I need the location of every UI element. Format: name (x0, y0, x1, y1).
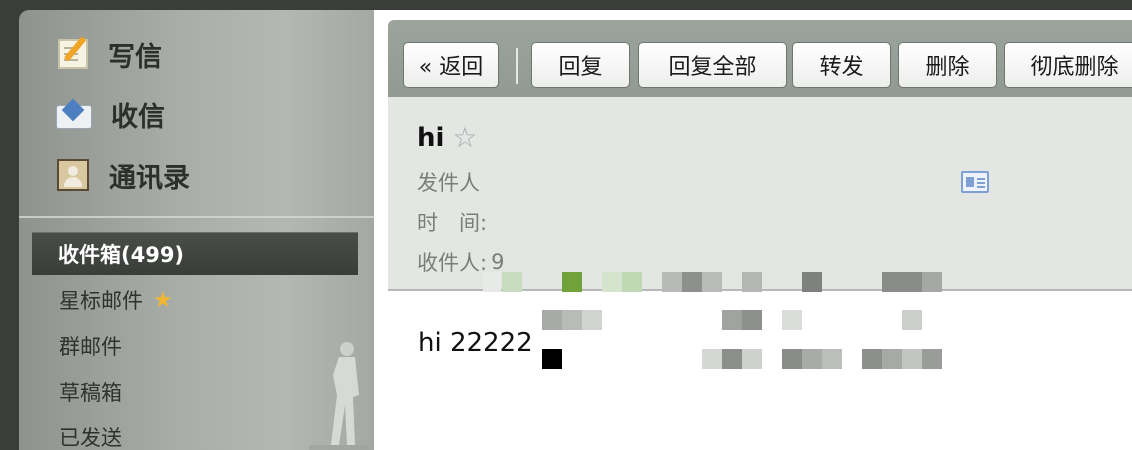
delete-permanently-button[interactable]: 彻底删除 (1004, 42, 1132, 88)
contacts-link[interactable]: 通讯录 (55, 155, 190, 195)
sidebar: 写信 收信 通讯录 收件箱(499) 星标邮件 ★ 群邮件 草稿箱 已发送 (19, 10, 374, 450)
reply-button[interactable]: 回复 (531, 42, 630, 88)
compose-label: 写信 (108, 41, 162, 73)
folder-starred[interactable]: 星标邮件 ★ (59, 283, 173, 317)
reply-all-button[interactable]: 回复全部 (638, 42, 787, 88)
time-label: 时 间: (417, 211, 488, 235)
from-label: 发件人 (417, 171, 480, 195)
star-icon: ★ (153, 287, 173, 313)
message-view: « 返回 回复 回复全部 转发 删除 彻底删除 hi ☆ 发件人 时 间: 收件… (374, 10, 1132, 450)
contacts-icon (57, 159, 89, 191)
message-subject: hi ☆ (417, 121, 478, 154)
sidebar-divider (19, 216, 374, 218)
compose-link[interactable]: 写信 (55, 34, 162, 74)
subject-text: hi (417, 122, 445, 153)
contacts-label: 通讯录 (109, 162, 190, 194)
folder-inbox[interactable]: 收件箱(499) (32, 232, 358, 275)
from-row: 发件人 (417, 167, 480, 197)
to-partial: 9 (491, 250, 505, 274)
folder-starred-label: 星标邮件 (59, 289, 143, 313)
to-row: 收件人: 9 (417, 247, 504, 277)
receive-mail-label: 收信 (111, 101, 165, 133)
folder-group[interactable]: 群邮件 (59, 329, 122, 363)
decorative-figure-image (309, 342, 369, 450)
delete-button[interactable]: 删除 (898, 42, 997, 88)
receive-mail-link[interactable]: 收信 (55, 94, 165, 134)
forward-button[interactable]: 转发 (792, 42, 891, 88)
back-button[interactable]: « 返回 (403, 42, 499, 88)
folder-sent[interactable]: 已发送 (59, 420, 122, 450)
toolbar: « 返回 回复 回复全部 转发 删除 彻底删除 (388, 20, 1132, 107)
message-body: hi 22222 (418, 328, 533, 358)
time-row: 时 间: (417, 207, 487, 237)
folder-group-label: 群邮件 (59, 335, 122, 359)
folder-inbox-label: 收件箱(499) (58, 242, 185, 267)
message-header: hi ☆ 发件人 时 间: 收件人: 9 (388, 97, 1132, 369)
compose-icon (58, 39, 88, 69)
folder-drafts-label: 草稿箱 (59, 381, 122, 405)
star-toggle-icon[interactable]: ☆ (452, 121, 477, 154)
folder-sent-label: 已发送 (59, 426, 122, 450)
to-label: 收件人: (417, 251, 488, 275)
contact-card-icon[interactable] (961, 171, 989, 193)
folder-drafts[interactable]: 草稿箱 (59, 375, 122, 409)
toolbar-separator (516, 48, 518, 84)
inbox-icon (55, 96, 92, 132)
